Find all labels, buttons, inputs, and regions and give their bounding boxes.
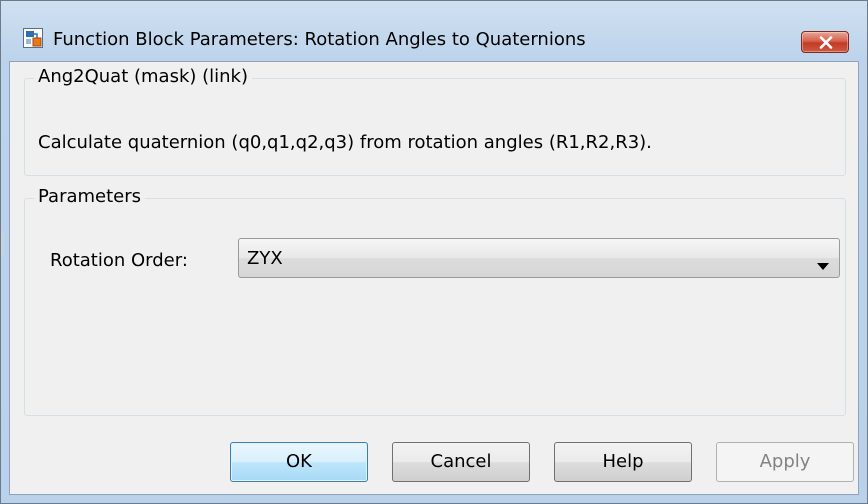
rotation-order-value: ZYX	[247, 248, 283, 269]
mask-description-text: Calculate quaternion (q0,q1,q2,q3) from …	[38, 132, 652, 153]
mask-group-legend: Ang2Quat (mask) (link)	[34, 66, 252, 87]
rotation-order-label: Rotation Order:	[50, 250, 188, 271]
apply-button[interactable]: Apply	[716, 442, 854, 482]
title-bar[interactable]: Function Block Parameters: Rotation Angl…	[1, 1, 867, 61]
ok-button[interactable]: OK	[230, 442, 368, 482]
dialog-window: Function Block Parameters: Rotation Angl…	[0, 0, 868, 504]
window-title: Function Block Parameters: Rotation Angl…	[53, 29, 586, 50]
mask-description-group	[24, 78, 846, 176]
help-button[interactable]: Help	[554, 442, 692, 482]
parameters-group	[24, 198, 846, 416]
close-icon	[819, 36, 833, 49]
parameters-group-legend: Parameters	[34, 186, 146, 207]
cancel-button[interactable]: Cancel	[392, 442, 530, 482]
simulink-block-icon	[23, 28, 43, 48]
close-button[interactable]	[801, 31, 849, 53]
rotation-order-dropdown[interactable]: ZYX	[238, 238, 840, 278]
dialog-content: Ang2Quat (mask) (link) Calculate quatern…	[9, 61, 859, 495]
window-edge-handle	[1, 231, 4, 255]
chevron-down-icon	[817, 255, 829, 274]
